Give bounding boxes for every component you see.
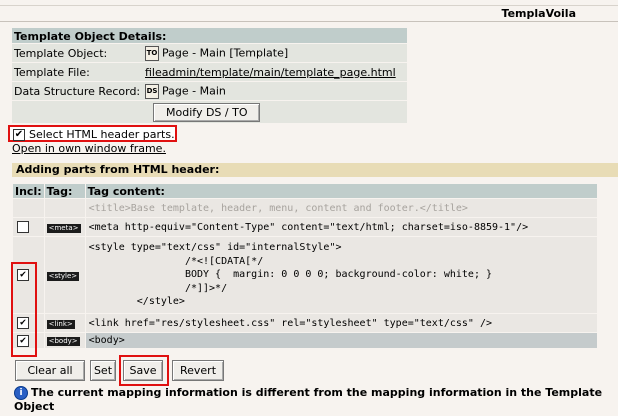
select-header-parts-checkbox[interactable]: ✔ xyxy=(13,129,25,141)
link-tag-content: <link href="res/stylesheet.css" rel="sty… xyxy=(85,314,597,332)
template-object-icon: TO xyxy=(145,45,159,61)
template-file-value-cell: fileadmin/template/main/template_page.ht… xyxy=(143,63,407,81)
details-row-modify: Modify DS / TO xyxy=(12,101,407,123)
table-row-meta: <meta> <meta http-equiv="Content-Type" c… xyxy=(13,218,597,236)
details-header: Template Object Details: xyxy=(12,28,407,43)
app-title: TemplaVoila xyxy=(501,7,576,20)
data-structure-label: Data Structure Record: xyxy=(12,82,143,100)
data-structure-icon: DS xyxy=(145,83,159,99)
divider xyxy=(0,21,618,22)
link-tag-badge: <link> xyxy=(46,319,75,329)
data-structure-value: Page - Main xyxy=(162,84,226,97)
details-row-template-file: Template File: fileadmin/template/main/t… xyxy=(12,63,407,81)
modify-ds-to-button[interactable]: Modify DS / TO xyxy=(153,102,261,122)
details-table: Template Object: TO Page - Main [Template… xyxy=(12,43,407,124)
col-incl: Incl: xyxy=(13,184,44,198)
adding-parts-header: Adding parts from HTML header: xyxy=(12,163,618,177)
template-file-link[interactable]: fileadmin/template/main/template_page.ht… xyxy=(145,66,396,79)
table-row-style: ✔ <style> <style type="text/css" id="int… xyxy=(13,237,597,313)
info-icon: i xyxy=(14,386,28,400)
table-row-title: <title>Base template, header, menu, cont… xyxy=(13,199,597,217)
meta-tag-badge: <meta> xyxy=(46,223,81,233)
open-in-own-window-link[interactable]: Open in own window frame. xyxy=(12,142,166,155)
include-style-checkbox[interactable]: ✔ xyxy=(17,269,29,281)
select-header-parts-option[interactable]: ✔ Select HTML header parts. xyxy=(8,125,177,142)
col-tag-content: Tag content: xyxy=(85,184,597,198)
revert-button[interactable]: Revert xyxy=(172,360,224,381)
col-tag: Tag: xyxy=(44,184,85,198)
save-button[interactable]: Save xyxy=(123,360,163,381)
include-meta-checkbox[interactable] xyxy=(17,221,29,233)
info-message-text: The current mapping information is diffe… xyxy=(14,386,603,413)
data-structure-value-cell: DS Page - Main xyxy=(143,82,407,100)
template-file-label: Template File: xyxy=(12,63,143,81)
table-header-row: Incl: Tag: Tag content: xyxy=(13,184,597,198)
header-parts-table-wrap: Incl: Tag: Tag content: <title>Base temp… xyxy=(12,183,598,349)
details-row-data-structure: Data Structure Record: DS Page - Main xyxy=(12,82,407,100)
select-header-parts-label: Select HTML header parts. xyxy=(29,128,175,141)
meta-tag-content: <meta http-equiv="Content-Type" content=… xyxy=(85,218,597,236)
table-row-body: ✔ <body> <body> xyxy=(13,333,597,348)
style-tag-content: <style type="text/css" id="internalStyle… xyxy=(85,237,597,313)
template-object-details: Template Object Details: Template Object… xyxy=(12,28,407,124)
title-tag-content: <title>Base template, header, menu, cont… xyxy=(85,199,597,217)
clear-all-button[interactable]: Clear all xyxy=(15,360,85,381)
template-object-value: Page - Main [Template] xyxy=(162,46,289,59)
style-tag-badge: <style> xyxy=(46,271,80,281)
info-message: i The current mapping information is diff… xyxy=(14,386,618,413)
include-body-checkbox[interactable]: ✔ xyxy=(17,334,29,347)
body-tag-content: <body> xyxy=(85,333,597,348)
top-bar: TemplaVoila xyxy=(0,5,618,22)
details-row-template-object: Template Object: TO Page - Main [Template… xyxy=(12,44,407,62)
template-object-label: Template Object: xyxy=(12,44,143,62)
table-row-link: ✔ <link> <link href="res/stylesheet.css"… xyxy=(13,314,597,332)
include-link-checkbox[interactable]: ✔ xyxy=(17,317,29,329)
set-button[interactable]: Set xyxy=(90,360,116,381)
header-parts-table: Incl: Tag: Tag content: <title>Base temp… xyxy=(12,183,598,349)
template-object-value-cell: TO Page - Main [Template] xyxy=(143,44,407,62)
body-tag-badge: <body> xyxy=(46,337,80,346)
